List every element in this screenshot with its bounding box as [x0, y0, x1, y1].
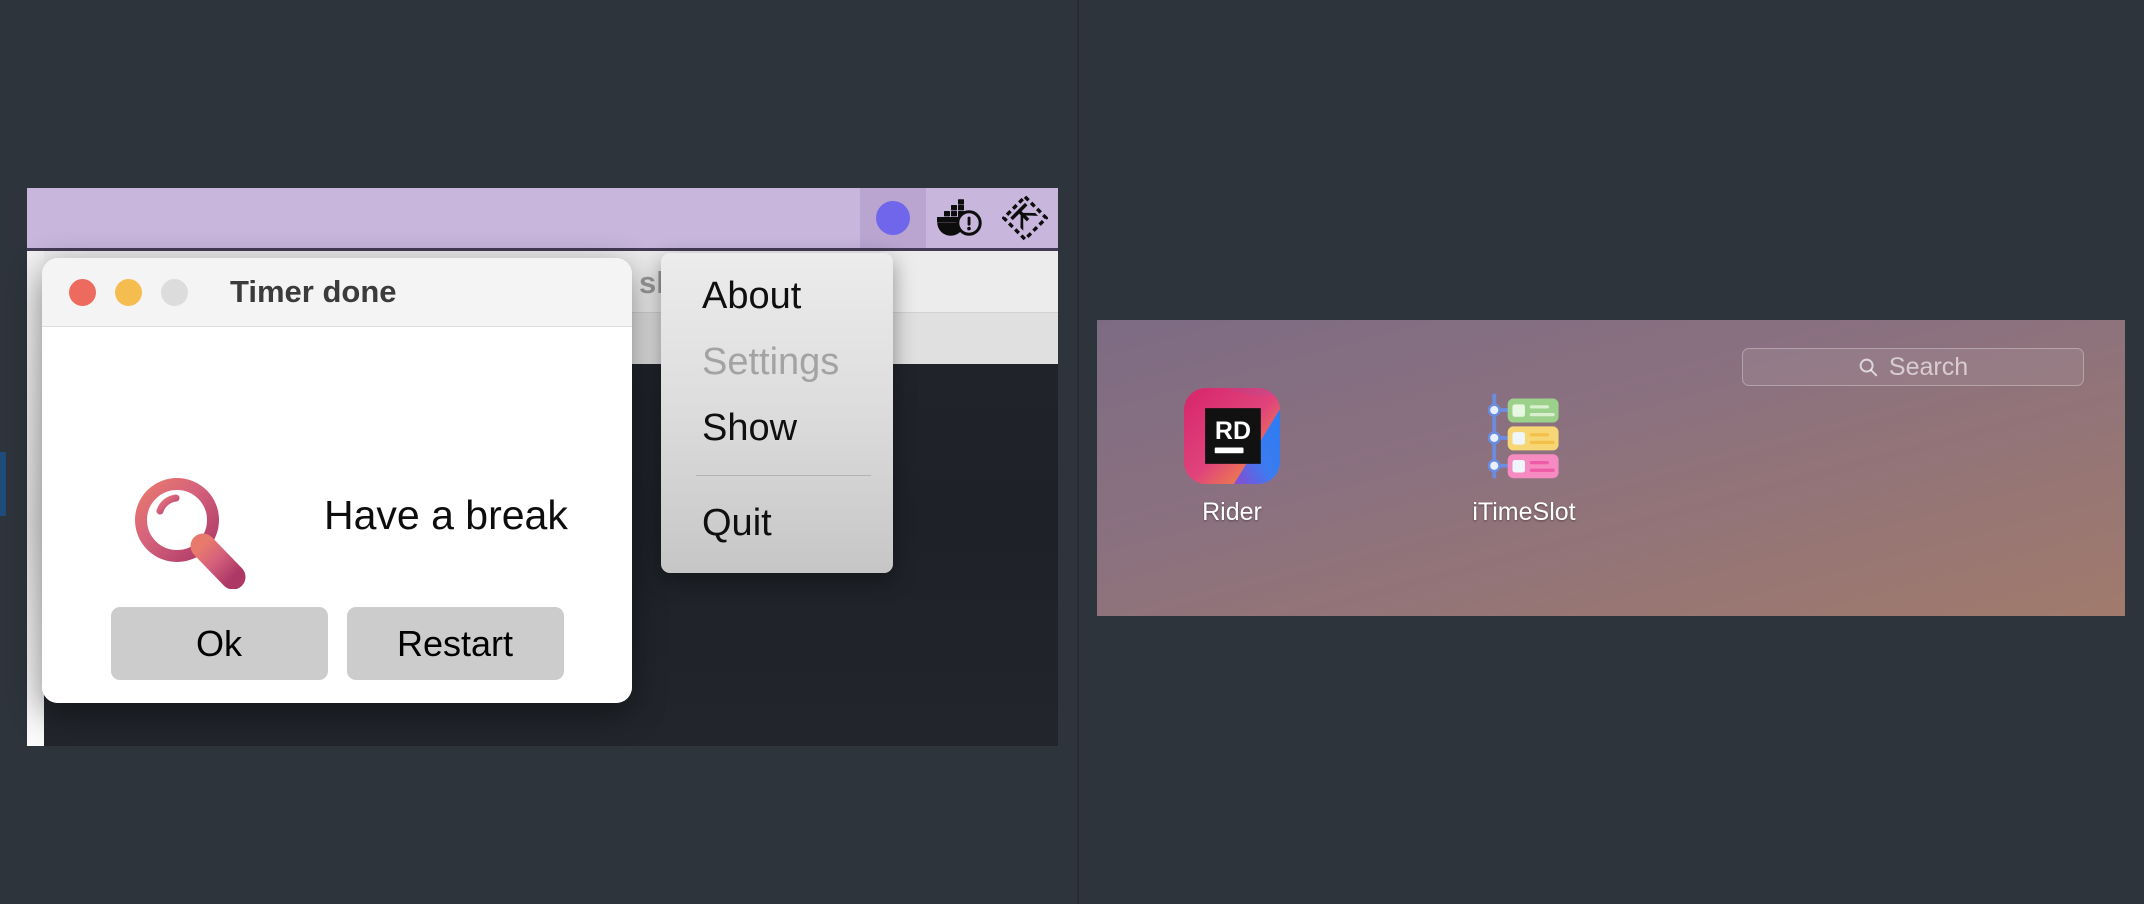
restart-button[interactable]: Restart	[346, 607, 564, 680]
menu-item-settings: Settings	[702, 340, 840, 383]
menu-separator	[696, 475, 871, 476]
docker-icon	[937, 199, 982, 236]
ok-button[interactable]: Ok	[110, 607, 328, 680]
menubar-item-docker[interactable]	[926, 188, 992, 248]
dialog-button-row: Ok Restart	[42, 607, 632, 680]
menu-item-show[interactable]: Show	[661, 395, 893, 461]
search-icon	[1859, 358, 1878, 376]
menu-item-quit[interactable]: Quit	[661, 490, 893, 556]
dialog-message: Have a break	[324, 492, 568, 538]
menubar-item-timer[interactable]	[860, 188, 926, 248]
left-desktop: sh Timer done Have a break Ok Restart Ab…	[0, 0, 1077, 904]
menu-item-about[interactable]: About	[661, 263, 893, 329]
search-placeholder: Search	[1888, 352, 1969, 381]
close-button[interactable]	[69, 278, 96, 306]
dialog-titlebar[interactable]: Timer done	[42, 258, 632, 327]
svg-text:RD: RD	[1215, 417, 1251, 445]
menubar-item-kubernetes[interactable]	[992, 188, 1058, 248]
app-label-itimeslot: iTimeSlot	[1472, 498, 1576, 526]
rider-icon: RD	[1184, 388, 1280, 484]
dialog-body: Have a break Ok Restart	[42, 327, 632, 703]
traffic-lights	[69, 278, 188, 306]
dialog-title: Timer done	[230, 274, 397, 309]
search-input[interactable]: Search	[1742, 348, 2084, 386]
menubar	[27, 188, 1058, 251]
zoom-button	[161, 278, 188, 306]
menubar-dropdown-menu: About Settings Show Quit	[661, 253, 893, 573]
right-desktop: Search RD Rider iTimeSlot	[1079, 0, 2144, 904]
itimeslot-icon	[1487, 393, 1559, 479]
kubernetes-k-icon	[1002, 195, 1048, 241]
minimize-button[interactable]	[115, 278, 142, 306]
launchpad-panel: Search RD Rider iTimeSlot	[1097, 320, 2125, 616]
app-status-dot-icon	[876, 201, 910, 235]
app-icon-itimeslot[interactable]: iTimeSlot	[1419, 388, 1629, 527]
timer-done-dialog: Timer done Have a break Ok Restart	[42, 258, 632, 703]
app-label-rider: Rider	[1202, 498, 1262, 526]
screen: sh Timer done Have a break Ok Restart Ab…	[0, 0, 2144, 904]
launchpad-icon-grid: RD Rider iTimeSlot	[1127, 388, 1629, 527]
app-icon-rider[interactable]: RD Rider	[1127, 388, 1337, 527]
magnifier-icon	[130, 473, 250, 594]
menubar-status-items	[860, 188, 1058, 248]
window-focus-stripe	[0, 452, 6, 516]
